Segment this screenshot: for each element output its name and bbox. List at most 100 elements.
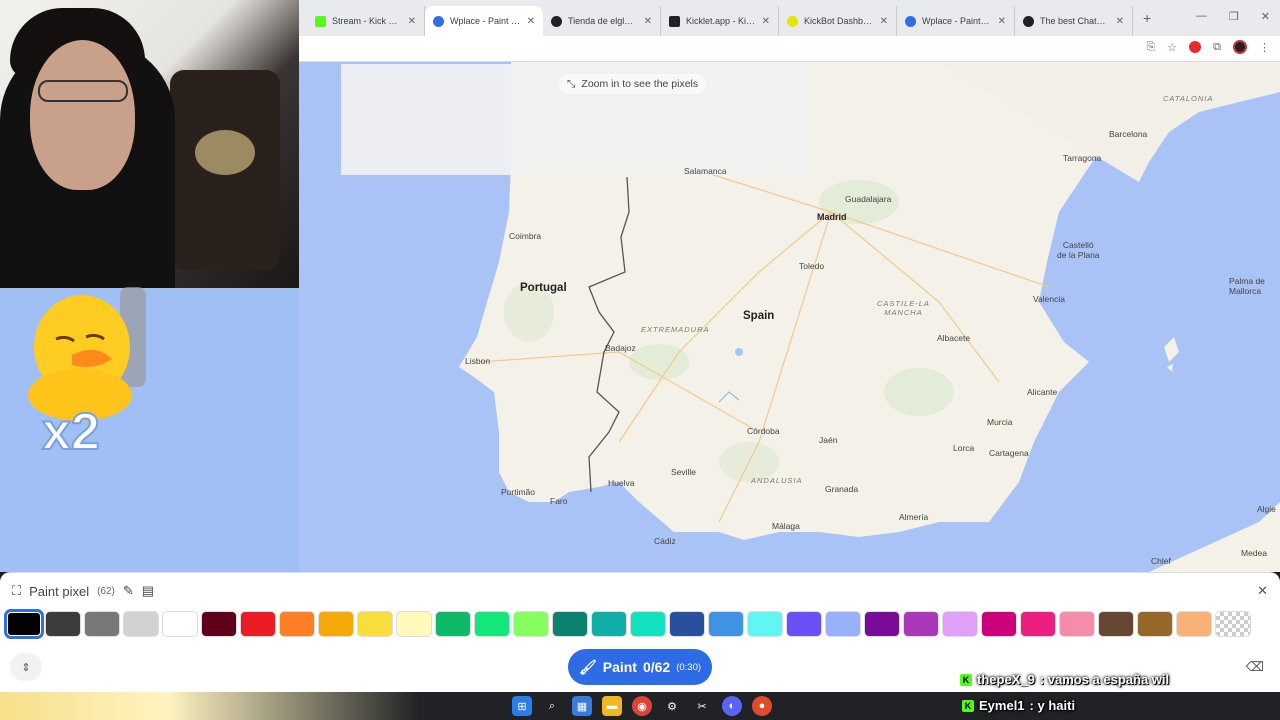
- browser-tab[interactable]: Stream - Kick Dashb ✕: [307, 6, 425, 36]
- pixel-count: (62): [97, 585, 115, 597]
- browser-tab[interactable]: KickBot Dashboard ✕: [779, 6, 897, 36]
- color-swatch[interactable]: [708, 611, 744, 637]
- profile-avatar[interactable]: [1233, 40, 1247, 54]
- map-label: Cartagena: [989, 448, 1029, 458]
- minimize-icon[interactable]: —: [1196, 10, 1207, 23]
- color-swatch[interactable]: [1098, 611, 1134, 637]
- tab-close-icon[interactable]: ✕: [644, 16, 652, 27]
- capcut-icon[interactable]: ✂: [692, 696, 712, 716]
- map-canvas[interactable]: ⤡ Zoom in to see the pixels Salamanca Mad…: [299, 62, 1280, 572]
- map-label: Algie: [1257, 504, 1276, 514]
- tab-close-icon[interactable]: ✕: [527, 16, 535, 27]
- color-swatch-transparent[interactable]: [1215, 611, 1251, 637]
- color-swatch[interactable]: [825, 611, 861, 637]
- zoom-hint: ⤡ Zoom in to see the pixels: [559, 74, 707, 94]
- color-swatch[interactable]: [84, 611, 120, 637]
- expand-button[interactable]: ⇕: [10, 653, 42, 681]
- map-label: Toledo: [799, 261, 825, 271]
- search-icon[interactable]: ⌕: [542, 696, 562, 716]
- close-panel-icon[interactable]: ✕: [1257, 583, 1268, 599]
- task-view-icon[interactable]: ▦: [572, 696, 592, 716]
- chat-message: K thepeX_9 : vamos a españa wil: [960, 672, 1169, 687]
- tab-close-icon[interactable]: ✕: [762, 16, 770, 27]
- color-swatch[interactable]: [435, 611, 471, 637]
- browser-tab[interactable]: Kicklet.app - Kick C ✕: [661, 6, 779, 36]
- color-swatch[interactable]: [162, 611, 198, 637]
- color-swatch[interactable]: [513, 611, 549, 637]
- tab-favicon-icon: [315, 15, 326, 27]
- bookmark-star-icon[interactable]: ☆: [1167, 41, 1177, 54]
- zoom-icon: ⤡: [567, 77, 576, 90]
- browser-tab[interactable]: Tienda de elglogloi ✕: [543, 6, 661, 36]
- browser-tab[interactable]: The best ChatBot a ✕: [1015, 6, 1133, 36]
- tab-title: The best ChatBot a: [1040, 16, 1110, 26]
- color-swatch[interactable]: [591, 611, 627, 637]
- tab-close-icon[interactable]: ✕: [1116, 16, 1124, 27]
- paint-button[interactable]: 🖌 Paint 0/62 (0:30): [568, 649, 712, 685]
- eraser-icon[interactable]: ⌫: [1246, 659, 1264, 675]
- color-swatch[interactable]: [981, 611, 1017, 637]
- color-palette: [4, 609, 1251, 639]
- new-tab-button[interactable]: +: [1143, 10, 1151, 26]
- color-swatch[interactable]: [474, 611, 510, 637]
- tab-title: Wplace - Paint the: [450, 16, 521, 26]
- color-swatch[interactable]: [1059, 611, 1095, 637]
- browser-toolbar: ⎘ ☆ ⧉ ⋮: [299, 36, 1280, 62]
- color-swatch[interactable]: [747, 611, 783, 637]
- color-swatch[interactable]: [318, 611, 354, 637]
- duck-sticker-icon: x2: [20, 285, 150, 462]
- color-swatch[interactable]: [201, 611, 237, 637]
- chrome-icon[interactable]: ◉: [632, 696, 652, 716]
- palette-toggle-icon[interactable]: ▤: [142, 583, 154, 599]
- chat-user: Eymel1: [979, 698, 1025, 713]
- tab-close-icon[interactable]: ✕: [880, 16, 888, 27]
- map-label: Portimão: [501, 487, 536, 497]
- color-swatch[interactable]: [1137, 611, 1173, 637]
- extension-adblock-icon[interactable]: [1189, 41, 1202, 53]
- tab-close-icon[interactable]: ✕: [998, 16, 1006, 27]
- extensions-puzzle-icon[interactable]: ⧉: [1213, 41, 1221, 54]
- mallorca-land: [1164, 337, 1179, 362]
- tab-close-icon[interactable]: ✕: [408, 16, 416, 27]
- paint-label: Paint: [602, 659, 637, 675]
- map-label: Guadalajara: [845, 194, 892, 204]
- color-swatch[interactable]: [4, 609, 44, 639]
- map-label: Córdoba: [747, 426, 780, 436]
- install-app-icon[interactable]: ⎘: [1146, 41, 1155, 54]
- ibiza-land: [1167, 364, 1173, 372]
- file-explorer-icon[interactable]: ▬: [602, 696, 622, 716]
- chat-text: : vamos a españa wil: [1039, 672, 1170, 687]
- map-label: Portugal: [520, 282, 567, 294]
- restore-icon[interactable]: ❐: [1229, 10, 1239, 23]
- browser-tab[interactable]: Wplace - Paint the ✕: [897, 6, 1015, 36]
- color-swatch[interactable]: [240, 611, 276, 637]
- color-swatch[interactable]: [396, 611, 432, 637]
- color-swatch[interactable]: [1020, 611, 1056, 637]
- window-close-icon[interactable]: ✕: [1261, 10, 1270, 23]
- fullscreen-icon[interactable]: ⛶: [12, 583, 21, 599]
- color-swatch[interactable]: [123, 611, 159, 637]
- map-label: Huelva: [608, 478, 635, 488]
- chat-user: thepeX_9: [977, 672, 1035, 687]
- color-swatch[interactable]: [279, 611, 315, 637]
- color-swatch[interactable]: [786, 611, 822, 637]
- settings-gear-icon[interactable]: ⚙: [662, 696, 682, 716]
- kick-logo-icon: K: [960, 673, 972, 686]
- map-label: Faro: [550, 496, 568, 506]
- pencil-icon[interactable]: ✎: [123, 583, 134, 599]
- color-swatch[interactable]: [942, 611, 978, 637]
- color-swatch[interactable]: [669, 611, 705, 637]
- browser-menu-icon[interactable]: ⋮: [1259, 41, 1270, 54]
- color-swatch[interactable]: [357, 611, 393, 637]
- color-swatch[interactable]: [552, 611, 588, 637]
- discord-icon[interactable]: ◐: [722, 696, 742, 716]
- color-swatch[interactable]: [903, 611, 939, 637]
- color-swatch[interactable]: [1176, 611, 1212, 637]
- map-label: Tarragona: [1063, 153, 1102, 163]
- color-swatch[interactable]: [630, 611, 666, 637]
- color-swatch[interactable]: [864, 611, 900, 637]
- app-icon[interactable]: ●: [752, 696, 772, 716]
- browser-tab-active[interactable]: Wplace - Paint the ✕: [425, 6, 543, 36]
- windows-start-icon[interactable]: ⊞: [512, 696, 532, 716]
- color-swatch[interactable]: [45, 611, 81, 637]
